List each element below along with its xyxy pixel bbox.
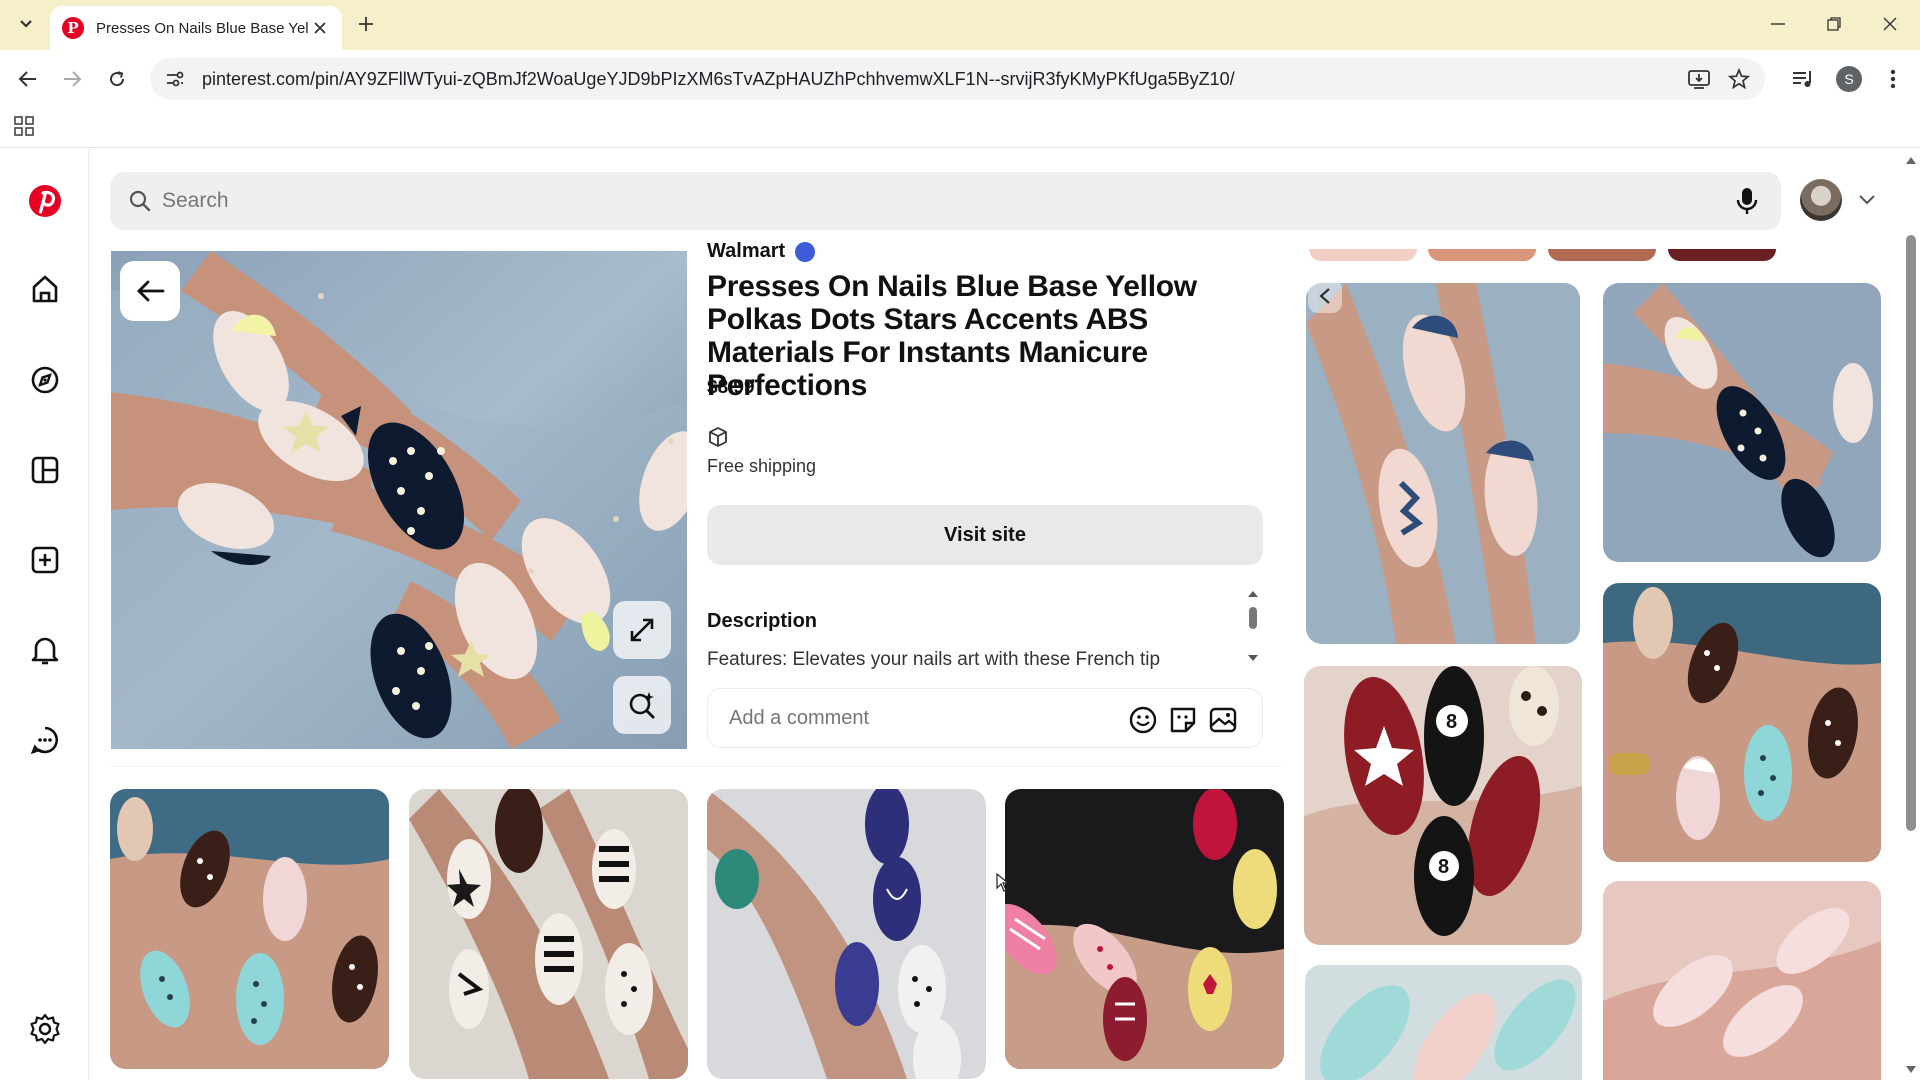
carousel-prev-chevron-icon[interactable] bbox=[1308, 279, 1342, 313]
forward-arrow-icon[interactable] bbox=[60, 66, 86, 92]
url-text: pinterest.com/pin/AY9ZFllWTyui-zQBmJf2Wo… bbox=[202, 68, 1235, 89]
pin-image[interactable] bbox=[111, 251, 687, 749]
site-info-icon[interactable] bbox=[164, 68, 186, 90]
media-controls-icon[interactable] bbox=[1790, 66, 1816, 92]
browser-tab-active[interactable]: P Presses On Nails Blue Base Yellow Polk… bbox=[50, 6, 342, 50]
new-tab-plus-icon[interactable] bbox=[354, 12, 378, 36]
voice-search-mic-icon[interactable] bbox=[1732, 186, 1762, 216]
pinterest-favicon-icon: P bbox=[62, 17, 84, 39]
browser-profile-avatar[interactable]: S bbox=[1836, 66, 1862, 92]
related-pin-tile[interactable] bbox=[1603, 881, 1881, 1080]
reload-icon[interactable] bbox=[104, 66, 130, 92]
related-pin-tile[interactable] bbox=[409, 789, 688, 1079]
pinterest-page: Search Walmart Presses On Nails Blue Bas… bbox=[0, 149, 1920, 1080]
related-pin-tile[interactable] bbox=[1603, 283, 1881, 562]
comment-input[interactable]: Add a comment bbox=[707, 688, 1263, 748]
mouse-cursor-icon bbox=[996, 873, 1010, 893]
related-pin-tile[interactable]: 8 8 bbox=[1304, 666, 1582, 945]
browser-tab-strip: P Presses On Nails Blue Base Yellow Polk… bbox=[0, 0, 1920, 50]
page-scrollbar-thumb[interactable] bbox=[1906, 235, 1916, 831]
emoji-icon[interactable] bbox=[1128, 705, 1158, 735]
minimize-icon[interactable] bbox=[1758, 10, 1798, 38]
browser-menu-icon[interactable] bbox=[1880, 66, 1906, 92]
pin-title: Presses On Nails Blue Base Yellow Polkas… bbox=[707, 270, 1197, 402]
messages-icon[interactable] bbox=[24, 719, 66, 761]
svg-text:8: 8 bbox=[1438, 856, 1449, 878]
sticker-icon[interactable] bbox=[1168, 705, 1198, 735]
install-app-icon[interactable] bbox=[1688, 68, 1710, 90]
color-swatch bbox=[1668, 249, 1776, 261]
explore-compass-icon[interactable] bbox=[24, 359, 66, 401]
expand-image-icon[interactable] bbox=[613, 601, 671, 659]
related-pin-tile[interactable] bbox=[1603, 583, 1881, 862]
account-chevron-down-icon[interactable] bbox=[1858, 193, 1876, 207]
tab-close-icon[interactable] bbox=[310, 18, 330, 38]
scroll-up-icon[interactable] bbox=[1905, 155, 1917, 165]
related-pin-tile[interactable] bbox=[1005, 789, 1284, 1069]
settings-gear-icon[interactable] bbox=[24, 1008, 66, 1050]
related-pin-tile[interactable] bbox=[1306, 283, 1580, 644]
related-pin-tile[interactable] bbox=[1305, 965, 1582, 1080]
search-placeholder: Search bbox=[162, 189, 229, 212]
color-swatch bbox=[1309, 249, 1417, 261]
bookmarks-bar bbox=[0, 108, 1920, 148]
tab-title: Presses On Nails Blue Base Yellow Polkas… bbox=[96, 19, 308, 37]
store-label: Walmart bbox=[707, 240, 786, 262]
related-pin-tile[interactable] bbox=[707, 789, 986, 1079]
store-name[interactable]: Walmart bbox=[707, 240, 816, 263]
visit-site-button[interactable]: Visit site bbox=[707, 505, 1263, 565]
svg-text:8: 8 bbox=[1446, 711, 1457, 733]
description-text: Features: Elevates your nails art with t… bbox=[707, 649, 1161, 670]
search-icon bbox=[129, 190, 151, 212]
create-plus-icon[interactable] bbox=[24, 539, 66, 581]
back-button[interactable] bbox=[120, 261, 180, 321]
image-upload-icon[interactable] bbox=[1208, 705, 1238, 735]
left-navigation bbox=[0, 149, 89, 1080]
color-swatch bbox=[1428, 249, 1536, 261]
boards-icon[interactable] bbox=[24, 449, 66, 491]
verified-badge-icon bbox=[795, 241, 816, 262]
scroll-down-icon[interactable] bbox=[1905, 1065, 1917, 1075]
address-bar[interactable]: pinterest.com/pin/AY9ZFllWTyui-zQBmJf2Wo… bbox=[150, 58, 1765, 100]
search-input[interactable]: Search bbox=[110, 172, 1781, 230]
close-window-icon[interactable] bbox=[1870, 10, 1910, 38]
back-arrow-icon[interactable] bbox=[14, 66, 40, 92]
visual-search-icon[interactable] bbox=[613, 676, 671, 734]
apps-grid-icon[interactable] bbox=[14, 116, 34, 136]
package-icon bbox=[707, 426, 729, 448]
tab-search-chevron-icon[interactable] bbox=[12, 10, 40, 38]
user-avatar[interactable] bbox=[1800, 179, 1842, 221]
restore-window-icon[interactable] bbox=[1814, 10, 1854, 38]
shipping-info: Free shipping bbox=[707, 456, 817, 476]
home-icon[interactable] bbox=[24, 268, 66, 310]
description-scrollbar[interactable] bbox=[1246, 587, 1260, 665]
divider bbox=[111, 766, 1281, 767]
notifications-bell-icon[interactable] bbox=[24, 629, 66, 671]
pinterest-logo-icon[interactable] bbox=[24, 180, 66, 222]
color-swatch bbox=[1548, 249, 1656, 261]
description-heading: Description bbox=[707, 610, 818, 632]
comment-placeholder: Add a comment bbox=[729, 706, 870, 729]
pin-price: $8.99 bbox=[707, 377, 755, 398]
related-pin-tile[interactable] bbox=[110, 789, 389, 1069]
bookmark-star-icon[interactable] bbox=[1728, 68, 1750, 90]
